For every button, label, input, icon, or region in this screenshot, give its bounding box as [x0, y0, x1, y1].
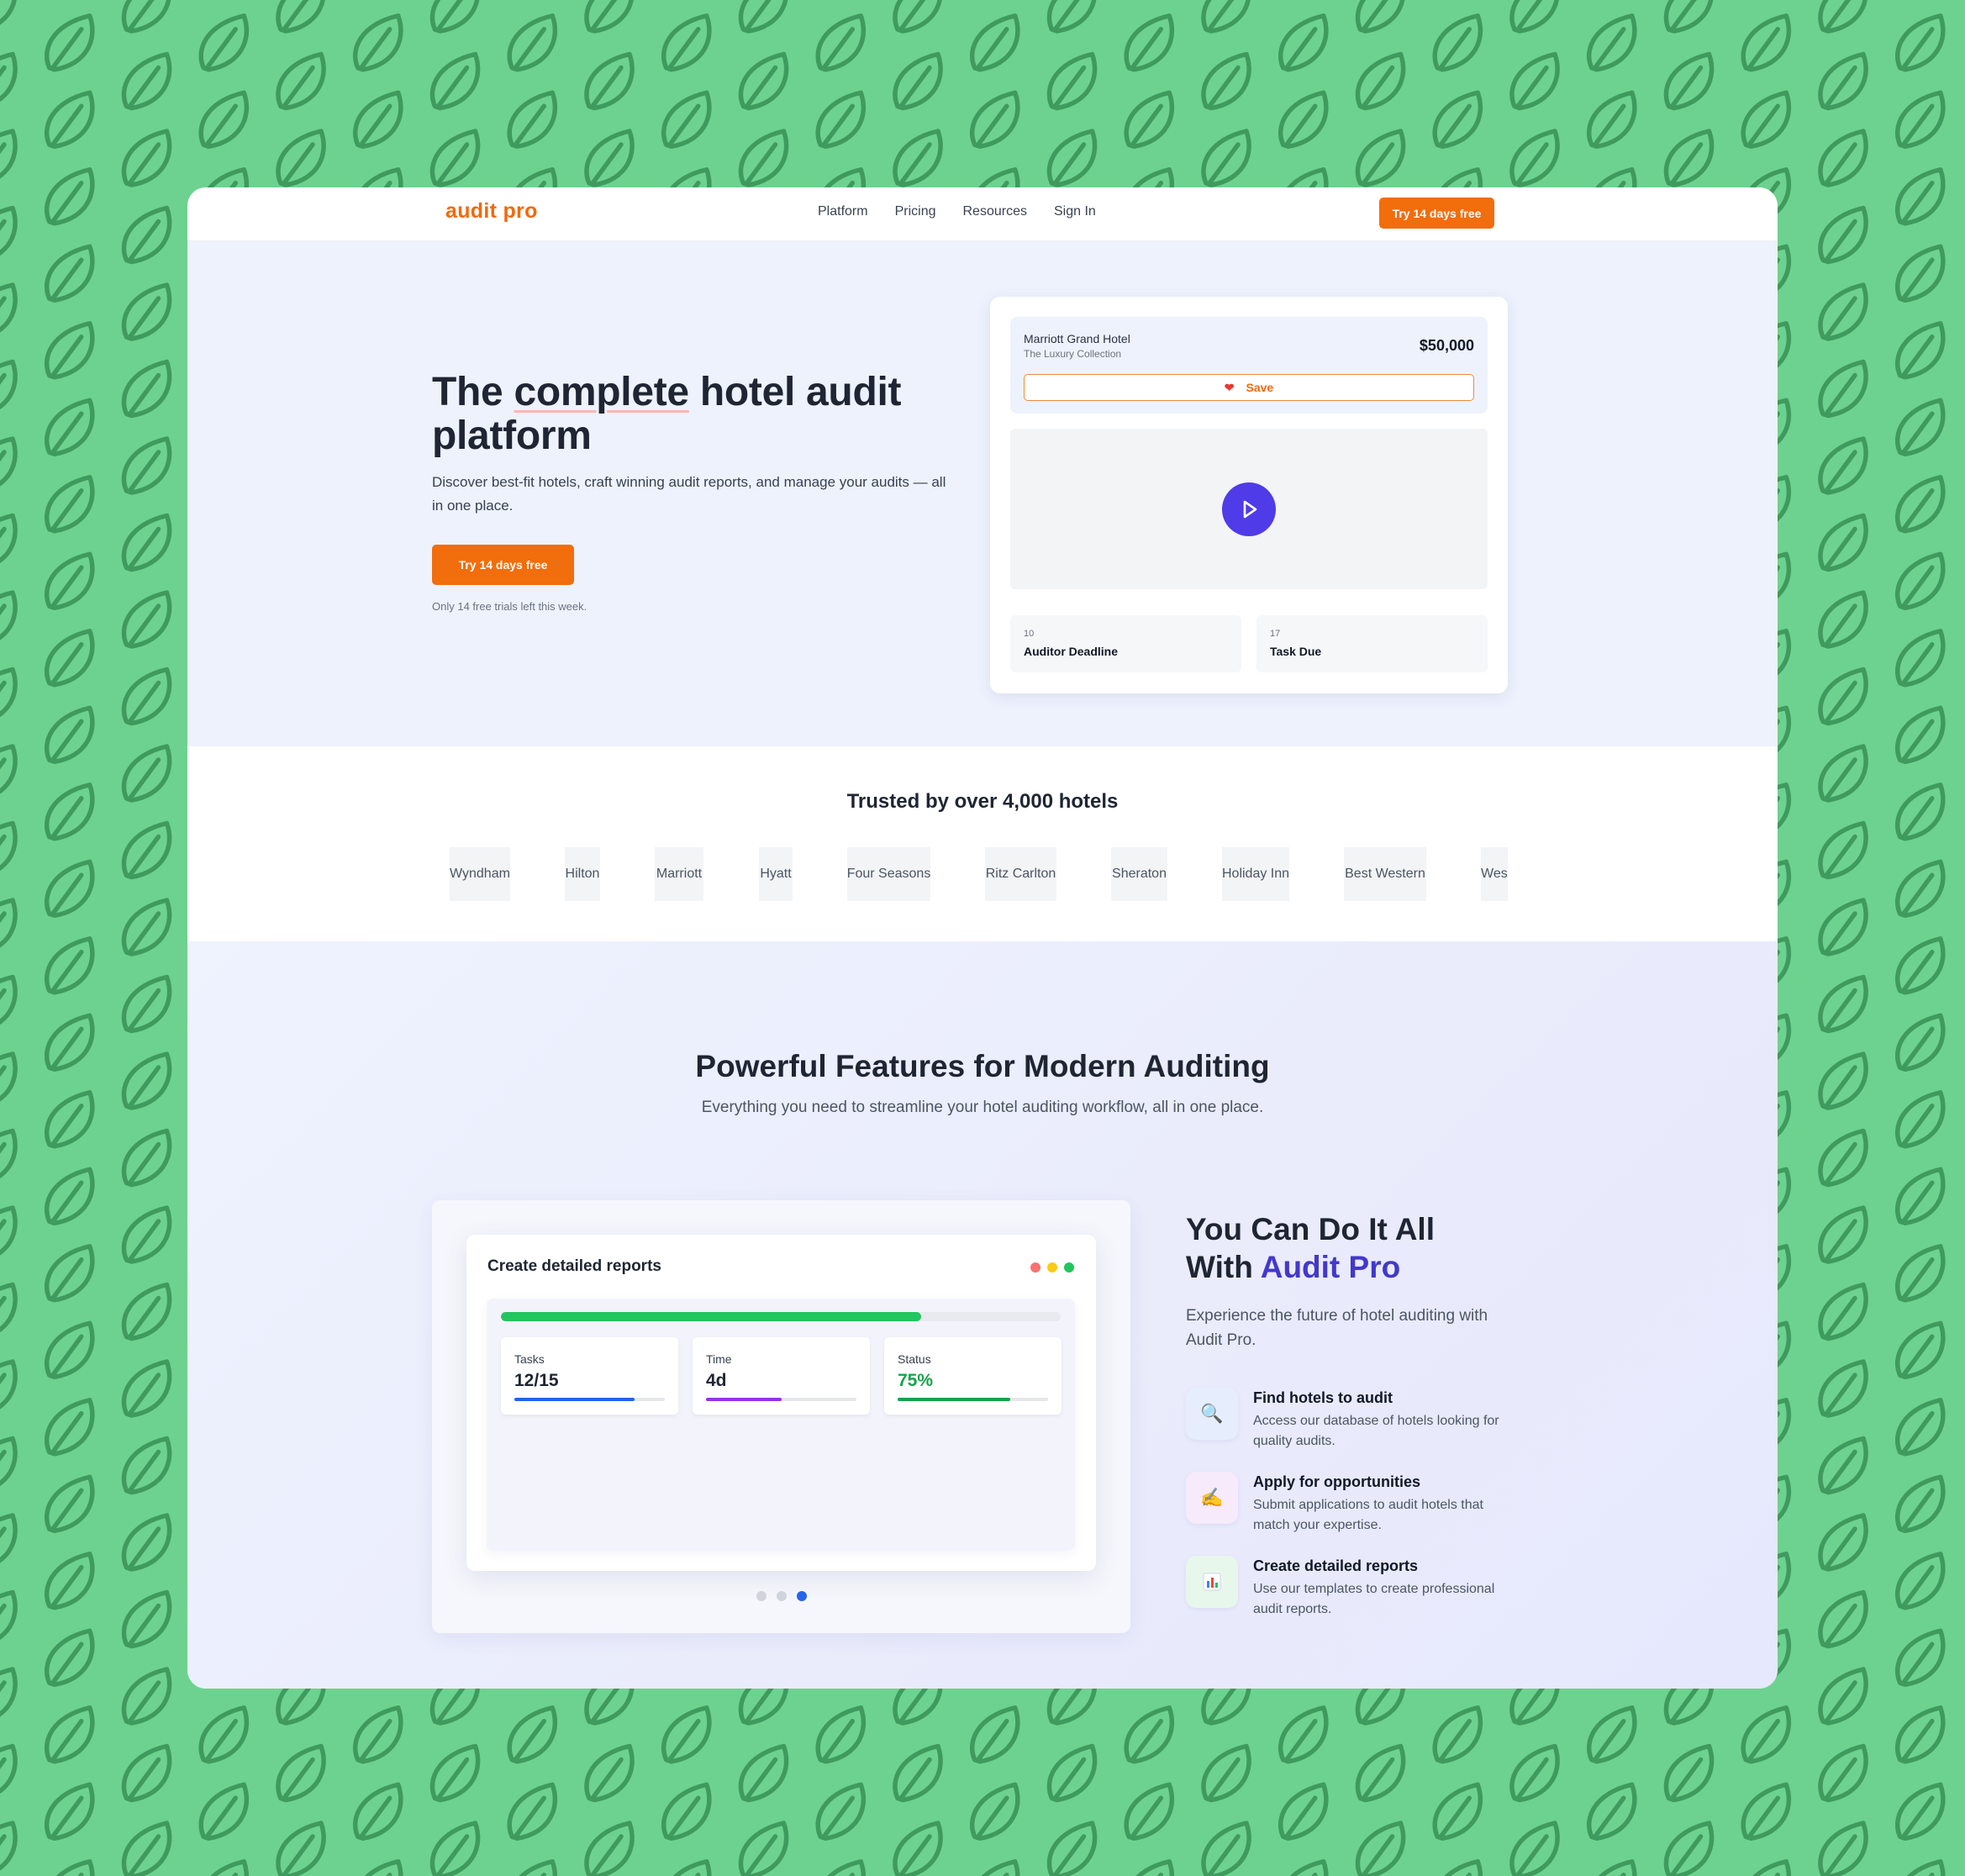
- hotel-logo: Best Western: [1344, 847, 1426, 901]
- hotel-logo-strip: Wyndham Hilton Marriott Hyatt Four Seaso…: [450, 847, 1508, 901]
- feature-item-description: Access our database of hotels looking fo…: [1253, 1414, 1499, 1448]
- metric-bar: [898, 1398, 1048, 1401]
- feature-item-title: Create detailed reports: [1253, 1557, 1419, 1574]
- play-icon: [1243, 500, 1257, 519]
- writing-hand-icon: ✍: [1186, 1472, 1238, 1524]
- metric-card-status: Status 75%: [884, 1337, 1062, 1415]
- metric-label: Status: [898, 1352, 931, 1366]
- metric-value: 4d: [706, 1371, 727, 1390]
- hotel-logo: Marriott: [655, 847, 703, 901]
- stat-label: Auditor Deadline: [1024, 645, 1119, 658]
- metric-value: 12/15: [514, 1371, 559, 1390]
- video-placeholder: [1010, 429, 1488, 589]
- side-subtitle: Experience the future of hotel auditing …: [1186, 1307, 1488, 1349]
- hero-section: The complete hotel audit platform Discov…: [187, 241, 1778, 746]
- report-progress-bar: [501, 1312, 1061, 1321]
- hotel-collection: The Luxury Collection: [1024, 348, 1122, 360]
- nav-link-resources[interactable]: Resources: [962, 204, 1026, 219]
- carousel-pagination: [756, 1591, 807, 1601]
- browser-frame: audit pro Platform Pricing Resources Sig…: [187, 187, 1778, 1689]
- features-section: Powerful Features for Modern Auditing Ev…: [187, 941, 1778, 1689]
- report-panel: Tasks 12/15 Time 4d Status 75%: [487, 1299, 1075, 1551]
- metric-bar: [706, 1398, 856, 1401]
- top-navigation: audit pro Platform Pricing Resources Sig…: [187, 187, 1778, 241]
- side-title-accent: Audit Pro: [1260, 1250, 1401, 1284]
- stat-label: Task Due: [1270, 645, 1322, 658]
- hero-scarcity-note: Only 14 free trials left this week.: [432, 600, 587, 613]
- stat-number: 17: [1270, 629, 1281, 639]
- nav-links: Platform Pricing Resources Sign In: [818, 204, 1096, 219]
- stat-number: 10: [1024, 629, 1035, 639]
- play-button[interactable]: [1222, 482, 1276, 536]
- side-title-prefix: With: [1186, 1250, 1261, 1284]
- metric-bar-fill: [706, 1398, 782, 1401]
- brand-logo[interactable]: audit pro: [445, 199, 538, 224]
- bar-chart-glyph-icon: [1203, 1573, 1221, 1591]
- metric-bar: [514, 1398, 665, 1401]
- metric-value: 75%: [898, 1371, 934, 1390]
- feature-item-title: Apply for opportunities: [1253, 1473, 1420, 1490]
- nav-link-sign-in[interactable]: Sign In: [1054, 204, 1096, 219]
- hotel-logo: Ritz Carlton: [985, 847, 1056, 901]
- hero-title-underlined-word: complete: [514, 370, 689, 414]
- hotel-price: $50,000: [1419, 337, 1474, 354]
- maximize-dot-icon: [1064, 1262, 1074, 1273]
- hotel-logo: Holiday Inn: [1222, 847, 1289, 901]
- hotel-logo: Four Seasons: [847, 847, 930, 901]
- report-window: Create detailed reports Tasks 12/15 Time: [466, 1235, 1096, 1571]
- nav-trial-button[interactable]: Try 14 days free: [1379, 198, 1494, 229]
- feature-item-description: Use our templates to create professional…: [1253, 1582, 1495, 1616]
- feature-item-reports: Create detailed reports Use our template…: [1186, 1556, 1539, 1631]
- nav-link-pricing[interactable]: Pricing: [895, 204, 936, 219]
- trusted-title: Trusted by over 4,000 hotels: [846, 790, 1119, 813]
- metric-label: Tasks: [514, 1352, 545, 1366]
- feature-carousel: Create detailed reports Tasks 12/15 Time: [432, 1200, 1130, 1633]
- report-progress-fill: [501, 1312, 921, 1321]
- hotel-listing-card: Marriott Grand Hotel The Luxury Collecti…: [990, 297, 1508, 693]
- save-button[interactable]: ❤ Save: [1024, 374, 1474, 401]
- hero-title-start: The: [432, 370, 514, 414]
- hero-title: The complete hotel audit platform: [432, 371, 936, 458]
- carousel-dot-2[interactable]: [777, 1591, 787, 1601]
- features-subtitle: Everything you need to streamline your h…: [701, 1099, 1264, 1116]
- hotel-logo: Hilton: [565, 847, 600, 901]
- close-dot-icon: [1030, 1262, 1040, 1273]
- feature-item-apply: ✍ Apply for opportunities Submit applica…: [1186, 1472, 1539, 1547]
- report-window-title: Create detailed reports: [487, 1257, 661, 1275]
- metric-bar-fill: [898, 1398, 1011, 1401]
- trusted-section: Trusted by over 4,000 hotels Wyndham Hil…: [187, 746, 1778, 941]
- hero-trial-button[interactable]: Try 14 days free: [432, 545, 574, 585]
- side-title: You Can Do It All With Audit Pro: [1186, 1210, 1522, 1286]
- heart-icon: ❤: [1224, 380, 1235, 394]
- hotel-name: Marriott Grand Hotel: [1024, 332, 1130, 345]
- bar-chart-icon: [1186, 1556, 1238, 1608]
- feature-item-find-hotels: 🔍 Find hotels to audit Access our databa…: [1186, 1388, 1539, 1463]
- magnifier-icon: 🔍: [1186, 1388, 1238, 1440]
- hotel-logo: Hyatt: [759, 847, 793, 901]
- listing-header: Marriott Grand Hotel The Luxury Collecti…: [1010, 317, 1488, 414]
- nav-link-platform[interactable]: Platform: [818, 204, 868, 219]
- carousel-dot-3[interactable]: [797, 1591, 807, 1601]
- side-title-line1: You Can Do It All: [1186, 1212, 1435, 1246]
- metric-bar-fill: [514, 1398, 635, 1401]
- carousel-dot-1[interactable]: [756, 1591, 767, 1601]
- metric-label: Time: [706, 1352, 732, 1366]
- save-label: Save: [1246, 381, 1274, 394]
- stat-task-due: 17 Task Due: [1256, 615, 1488, 672]
- window-controls: [1030, 1262, 1074, 1273]
- features-title: Powerful Features for Modern Auditing: [695, 1049, 1270, 1083]
- feature-item-title: Find hotels to audit: [1253, 1389, 1393, 1406]
- hotel-logo: Westin: [1481, 847, 1508, 901]
- feature-item-description: Submit applications to audit hotels that…: [1253, 1498, 1483, 1532]
- metric-card-time: Time 4d: [693, 1337, 870, 1415]
- metric-card-tasks: Tasks 12/15: [501, 1337, 678, 1415]
- hotel-logo: Sheraton: [1111, 847, 1167, 901]
- stat-auditor-deadline: 10 Auditor Deadline: [1010, 615, 1241, 672]
- minimize-dot-icon: [1047, 1262, 1057, 1273]
- hero-subtitle: Discover best-fit hotels, craft winning …: [432, 474, 946, 514]
- hotel-logo: Wyndham: [450, 847, 510, 901]
